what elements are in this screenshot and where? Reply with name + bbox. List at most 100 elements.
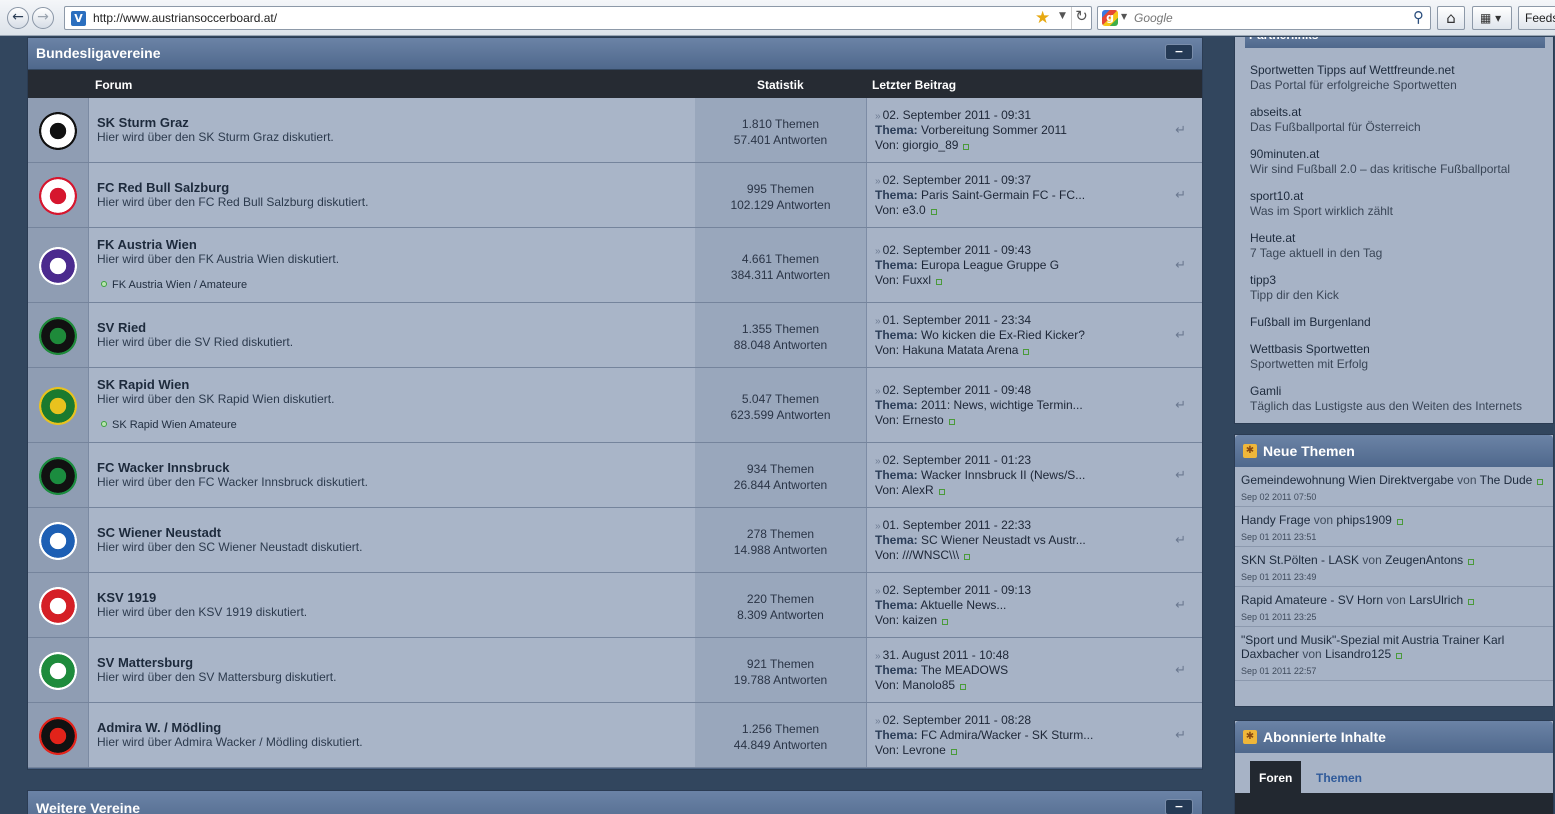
forum-title[interactable]: SK Sturm Graz — [97, 115, 189, 130]
forum-title[interactable]: Admira W. / Mödling — [97, 720, 221, 735]
back-arrow-icon[interactable]: ← — [7, 7, 29, 29]
go-to-post-icon[interactable]: ↵ — [1175, 533, 1186, 548]
external-link-icon[interactable] — [1023, 348, 1030, 355]
external-link-icon[interactable] — [1468, 599, 1475, 605]
new-topic-item[interactable]: Gemeindewohnung Wien Direktvergabe von T… — [1235, 467, 1553, 507]
external-link-icon[interactable] — [938, 488, 945, 495]
go-to-post-icon[interactable]: ↵ — [1175, 598, 1186, 613]
new-topic-author[interactable]: phips1909 — [1336, 513, 1391, 527]
partner-link-title[interactable]: sport10.at — [1250, 189, 1393, 203]
club-crest-icon[interactable] — [39, 316, 77, 355]
author-name[interactable]: Levrone — [902, 743, 945, 757]
author-name[interactable]: Hakuna Matata Arena — [902, 343, 1018, 357]
topic-title[interactable]: The MEADOWS — [921, 663, 1008, 677]
partner-link-title[interactable]: Fußball im Burgenland — [1250, 315, 1371, 329]
new-topic-author[interactable]: The Dude — [1480, 473, 1533, 487]
forum-title[interactable]: SV Mattersburg — [97, 655, 193, 670]
last-post-topic[interactable]: Thema: Europa League Gruppe G — [875, 258, 1059, 272]
subforum-link[interactable]: FK Austria Wien / Amateure — [101, 279, 247, 291]
new-topic-title[interactable]: Rapid Amateure - SV Horn — [1241, 593, 1383, 607]
url-dropdown-icon[interactable]: ▼ — [1059, 11, 1066, 21]
topic-title[interactable]: SC Wiener Neustadt vs Austr... — [921, 533, 1086, 547]
external-link-icon[interactable] — [936, 278, 943, 285]
go-to-post-icon[interactable]: ↵ — [1175, 328, 1186, 343]
new-topic-title[interactable]: Handy Frage — [1241, 513, 1310, 527]
author-name[interactable]: AlexR — [902, 483, 934, 497]
partner-link-title[interactable]: Heute.at — [1250, 231, 1382, 245]
forum-row[interactable]: SK Rapid Wien Hier wird über den SK Rapid… — [28, 368, 1202, 443]
topic-title[interactable]: Europa League Gruppe G — [921, 258, 1059, 272]
external-link-icon[interactable] — [1396, 519, 1403, 525]
feeds-button[interactable]: Feeds — [1518, 6, 1555, 30]
external-link-icon[interactable] — [950, 748, 957, 755]
forum-title[interactable]: SK Rapid Wien — [97, 377, 189, 392]
partner-link-title[interactable]: 90minuten.at — [1250, 147, 1510, 161]
go-to-post-icon[interactable]: ↵ — [1175, 258, 1186, 273]
address-bar[interactable]: V http://www.austriansoccerboard.at/ ★ ▼… — [64, 6, 1092, 30]
forum-title[interactable]: SC Wiener Neustadt — [97, 525, 221, 540]
new-topic-author[interactable]: Lisandro125 — [1325, 647, 1391, 661]
go-to-post-icon[interactable]: ↵ — [1175, 728, 1186, 743]
last-post-topic[interactable]: Thema: Aktuelle News... — [875, 598, 1006, 612]
home-icon[interactable]: ⌂ — [1437, 6, 1465, 30]
topic-title[interactable]: FC Admira/Wacker - SK Sturm... — [921, 728, 1093, 742]
forum-title[interactable]: SV Ried — [97, 320, 146, 335]
search-engine-dropdown-icon[interactable]: ▼ — [1121, 12, 1127, 21]
last-post-topic[interactable]: Thema: Wacker Innsbruck II (News/S... — [875, 468, 1085, 482]
topic-title[interactable]: 2011: News, wichtige Termin... — [921, 398, 1083, 412]
last-post-topic[interactable]: Thema: 2011: News, wichtige Termin... — [875, 398, 1083, 412]
partner-link-title[interactable]: abseits.at — [1250, 105, 1421, 119]
search-input[interactable]: Google — [1134, 11, 1173, 25]
author-name[interactable]: e3.0 — [902, 203, 925, 217]
forum-row[interactable]: KSV 1919 Hier wird über den KSV 1919 disk… — [28, 573, 1202, 638]
forum-title[interactable]: KSV 1919 — [97, 590, 156, 605]
partner-link-item[interactable]: Heute.at 7 Tage aktuell in den Tag — [1250, 231, 1382, 260]
club-crest-icon[interactable] — [39, 521, 77, 560]
topic-title[interactable]: Aktuelle News... — [920, 598, 1006, 612]
last-post-topic[interactable]: Thema: SC Wiener Neustadt vs Austr... — [875, 533, 1086, 547]
partner-link-title[interactable]: Wettbasis Sportwetten — [1250, 342, 1370, 356]
forum-row[interactable]: FC Wacker Innsbruck Hier wird über den FC… — [28, 443, 1202, 508]
bookmarks-menu-icon[interactable]: ▦ ▾ — [1472, 6, 1512, 30]
forum-row[interactable]: SK Sturm Graz Hier wird über den SK Sturm… — [28, 98, 1202, 163]
search-magnifier-icon[interactable]: ⚲ — [1413, 8, 1424, 26]
external-link-icon[interactable] — [960, 683, 967, 690]
forum-row[interactable]: FC Red Bull Salzburg Hier wird über den F… — [28, 163, 1202, 228]
external-link-icon[interactable] — [1537, 479, 1544, 485]
partner-link-item[interactable]: sport10.at Was im Sport wirklich zählt — [1250, 189, 1393, 218]
partner-link-item[interactable]: Wettbasis Sportwetten Sportwetten mit Erf… — [1250, 342, 1370, 371]
club-crest-icon[interactable] — [39, 176, 77, 215]
go-to-post-icon[interactable]: ↵ — [1175, 663, 1186, 678]
go-to-post-icon[interactable]: ↵ — [1175, 468, 1186, 483]
club-crest-icon[interactable] — [39, 586, 77, 625]
partner-link-item[interactable]: 90minuten.at Wir sind Fußball 2.0 – das k… — [1250, 147, 1510, 176]
external-link-icon[interactable] — [1468, 559, 1475, 565]
external-link-icon[interactable] — [948, 418, 955, 425]
bookmark-star-icon[interactable]: ★ — [1035, 8, 1050, 28]
club-crest-icon[interactable] — [39, 246, 77, 285]
forum-title[interactable]: FK Austria Wien — [97, 237, 197, 252]
forum-row[interactable]: FK Austria Wien Hier wird über den FK Aus… — [28, 228, 1202, 303]
collapse-button[interactable]: − — [1165, 44, 1193, 60]
forum-row[interactable]: SV Mattersburg Hier wird über den SV Matt… — [28, 638, 1202, 703]
author-name[interactable]: kaizen — [902, 613, 937, 627]
go-to-post-icon[interactable]: ↵ — [1175, 188, 1186, 203]
partner-link-title[interactable]: Sportwetten Tipps auf Wettfreunde.net — [1250, 63, 1457, 77]
new-topic-item[interactable]: SKN St.Pölten - LASK von ZeugenAntons Sep… — [1235, 547, 1553, 587]
external-link-icon[interactable] — [964, 553, 971, 560]
club-crest-icon[interactable] — [39, 386, 77, 425]
external-link-icon[interactable] — [942, 618, 949, 625]
partner-link-item[interactable]: abseits.at Das Fußballportal für Österrei… — [1250, 105, 1421, 134]
last-post-topic[interactable]: Thema: Vorbereitung Sommer 2011 — [875, 123, 1067, 137]
tab-foren[interactable]: Foren — [1250, 761, 1302, 793]
partner-link-item[interactable]: Gamli Täglich das Lustigste aus den Weite… — [1250, 384, 1522, 413]
search-bar[interactable]: g ▼ Google ⚲ — [1097, 6, 1431, 30]
new-topic-item[interactable]: Rapid Amateure - SV Horn von LarsUlrich S… — [1235, 587, 1553, 627]
external-link-icon[interactable] — [1396, 653, 1403, 659]
forum-title[interactable]: FC Wacker Innsbruck — [97, 460, 229, 475]
go-to-post-icon[interactable]: ↵ — [1175, 123, 1186, 138]
partner-link-item[interactable]: tipp3 Tipp dir den Kick — [1250, 273, 1339, 302]
author-name[interactable]: Ernesto — [902, 413, 943, 427]
google-icon[interactable]: g — [1102, 10, 1118, 26]
partner-link-title[interactable]: tipp3 — [1250, 273, 1339, 287]
